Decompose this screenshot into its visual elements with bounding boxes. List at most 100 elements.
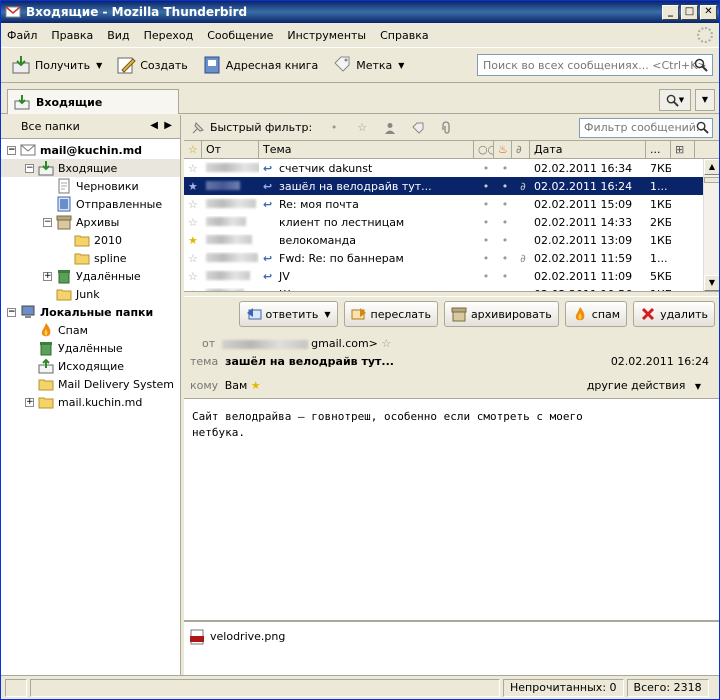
starred-filter-icon[interactable]: ☆ [354, 120, 370, 136]
tab-search-button[interactable]: ▼ [659, 89, 691, 111]
folder-item[interactable]: + mail.kuchin.md [1, 393, 180, 411]
junk-dot-icon[interactable]: • [494, 270, 512, 283]
star-icon[interactable]: ☆ [184, 216, 202, 229]
global-search-input[interactable]: Поиск во всех сообщениях... <Ctrl+K> [477, 54, 713, 76]
star-icon[interactable]: ☆ [184, 252, 202, 265]
menu-help[interactable]: Справка [380, 29, 428, 42]
collapse-icon[interactable]: − [7, 145, 16, 155]
junk-dot-icon[interactable]: • [494, 180, 512, 193]
junk-dot-icon[interactable]: • [494, 162, 512, 175]
tab-list-button[interactable]: ▼ [695, 89, 715, 111]
junk-dot-icon[interactable]: • [494, 216, 512, 229]
message-row[interactable]: ☆ ↩ Fwd: Re: по баннерам • • ∂ 02.02.2011 11:5… [184, 249, 719, 267]
junk-dot-icon[interactable]: • [494, 234, 512, 247]
expand-icon[interactable]: + [43, 271, 52, 281]
message-row[interactable]: ☆ ↩ JV • • 02.02.2011 11:09 5КБ [184, 267, 719, 285]
folder-item[interactable]: + Удалённые [1, 267, 180, 285]
folder-item[interactable]: − Локальные папки [1, 303, 180, 321]
junk-dot-icon[interactable]: • [494, 288, 512, 292]
contact-filter-icon[interactable] [382, 120, 398, 136]
star-icon[interactable]: ☆ [184, 270, 202, 283]
folder-item[interactable]: − Входящие [1, 159, 180, 177]
folder-item[interactable]: Mail Delivery System [1, 375, 180, 393]
folder-item[interactable]: Отправленные [1, 195, 180, 213]
folder-item[interactable]: − Архивы [1, 213, 180, 231]
menu-go[interactable]: Переход [144, 29, 194, 42]
column-size[interactable]: ... [646, 141, 671, 158]
forward-button[interactable]: переслать [343, 301, 438, 327]
folder-item[interactable]: Спам [1, 321, 180, 339]
menu-file[interactable]: Файл [7, 29, 37, 42]
menu-edit[interactable]: Правка [51, 29, 93, 42]
message-row[interactable]: ☆ ↩ Re: моя почта • • 02.02.2011 15:09 1КБ [184, 195, 719, 213]
star-icon[interactable]: ☆ [381, 337, 391, 350]
expand-icon[interactable]: + [25, 397, 34, 407]
column-junk[interactable]: ♨ [494, 141, 512, 158]
star-icon[interactable]: ☆ [184, 198, 202, 211]
folder-item[interactable]: Черновики [1, 177, 180, 195]
folder-item[interactable]: Junk [1, 285, 180, 303]
folder-item[interactable]: Удалённые [1, 339, 180, 357]
message-row[interactable]: ★ велокоманда • • 02.02.2011 13:09 1КБ [184, 231, 719, 249]
scrollbar-thumb[interactable] [704, 177, 719, 183]
menu-tools[interactable]: Инструменты [287, 29, 366, 42]
junk-dot-icon[interactable]: • [494, 252, 512, 265]
from-value[interactable]: gmail.com> [311, 337, 378, 350]
message-row[interactable]: ☆↩Шишка••02.02.2011 10:561КБ [184, 285, 719, 291]
close-button[interactable]: ✕ [700, 4, 717, 20]
message-row[interactable]: ☆ ↩ счетчик dakunst • • 02.02.2011 16:34 7КБ [184, 159, 719, 177]
collapse-icon[interactable]: − [43, 217, 52, 227]
column-thread[interactable]: ○○ [474, 141, 494, 158]
menu-view[interactable]: Вид [107, 29, 129, 42]
menu-message[interactable]: Сообщение [207, 29, 273, 42]
column-from[interactable]: От [202, 141, 259, 158]
scroll-down-icon[interactable]: ▼ [704, 275, 719, 291]
search-icon[interactable] [694, 58, 708, 72]
collapse-icon[interactable]: − [25, 163, 34, 173]
attachment-name[interactable]: velodrive.png [210, 630, 285, 643]
reply-button[interactable]: ответить ▼ [238, 301, 338, 327]
unread-filter-icon[interactable]: • [326, 120, 342, 136]
folder-item[interactable]: spline [1, 249, 180, 267]
message-row[interactable]: ☆ клиент по лестницам • • 02.02.2011 14:33 2К… [184, 213, 719, 231]
chevron-down-icon[interactable]: ▼ [324, 310, 330, 319]
star-icon[interactable]: ☆ [184, 162, 202, 175]
quick-filter-search-input[interactable]: Фильтр сообщений... [579, 118, 713, 138]
message-row[interactable]: ★ ↩ зашёл на велодрайв тут... • • ∂ 02.02.2011… [184, 177, 719, 195]
compose-button[interactable]: Создать [112, 51, 192, 79]
star-icon[interactable]: ☆ [184, 288, 202, 292]
address-book-button[interactable]: Адресная книга [198, 51, 322, 79]
tab-inbox[interactable]: Входящие [7, 89, 179, 114]
folder-pane-header[interactable]: Все папки ◀ ▶ [1, 115, 180, 139]
other-actions-button[interactable]: другие действия ▼ [587, 379, 701, 392]
folder-item[interactable]: Исходящие [1, 357, 180, 375]
column-picker-icon[interactable]: ⊞ [671, 141, 695, 158]
star-icon[interactable]: ★ [184, 234, 202, 247]
folder-view-arrows[interactable]: ◀ ▶ [150, 120, 172, 131]
column-date[interactable]: Дата [530, 141, 646, 158]
column-attachment[interactable]: ∂ [512, 141, 530, 158]
maximize-button[interactable]: □ [681, 4, 698, 20]
pin-icon[interactable] [190, 120, 206, 136]
column-star[interactable]: ☆ [184, 141, 202, 158]
folder-item[interactable]: 2010 [1, 231, 180, 249]
delete-button[interactable]: удалить [633, 301, 715, 327]
get-mail-button[interactable]: Получить ▼ [7, 51, 106, 79]
collapse-icon[interactable]: − [7, 307, 16, 317]
junk-dot-icon[interactable]: • [494, 198, 512, 211]
archive-button[interactable]: архивировать [443, 301, 559, 327]
attachment-filter-icon[interactable] [438, 120, 454, 136]
tags-filter-icon[interactable] [410, 120, 426, 136]
offline-status-icon[interactable] [5, 678, 27, 697]
minimize-button[interactable]: _ [662, 4, 679, 20]
tag-button[interactable]: Метка ▼ [328, 51, 408, 79]
chevron-down-icon[interactable]: ▼ [96, 61, 102, 70]
scroll-up-icon[interactable]: ▲ [704, 159, 719, 175]
star-icon[interactable]: ★ [184, 180, 202, 193]
column-subject[interactable]: Тема [259, 141, 474, 158]
folder-item[interactable]: − mail@kuchin.md [1, 141, 180, 159]
spam-button[interactable]: спам [564, 301, 628, 327]
star-icon[interactable]: ★ [251, 379, 261, 392]
to-value[interactable]: Вам [225, 379, 248, 392]
message-list-scrollbar[interactable]: ▲ ▼ [703, 159, 719, 291]
